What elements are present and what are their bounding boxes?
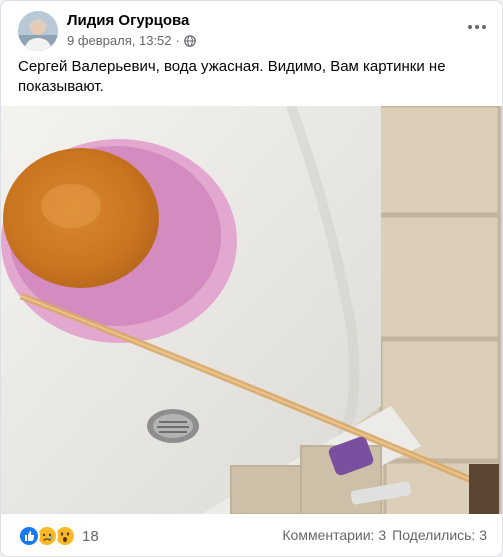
post-date[interactable]: 9 февраля, 13:52 [67, 33, 172, 48]
post-meta: 9 февраля, 13:52 · [67, 33, 196, 48]
meta-separator: · [175, 33, 180, 48]
post-stats: Комментарии: 3 Поделились: 3 [282, 527, 487, 543]
reaction-count: 18 [82, 527, 99, 545]
like-icon [18, 525, 40, 547]
reactions-summary[interactable]: 18 [18, 525, 99, 547]
shares-count-link[interactable]: Поделились: 3 [392, 527, 487, 543]
post-card: Лидия Огурцова 9 февраля, 13:52 · Сергей… [0, 0, 503, 557]
more-options-button[interactable] [462, 15, 492, 39]
comments-count-link[interactable]: Комментарии: 3 [282, 527, 386, 543]
photo-image [1, 106, 502, 514]
author-avatar[interactable] [18, 11, 58, 51]
post-text: Сергей Валерьевич, вода ужасная. Видимо,… [18, 58, 446, 95]
post-header: Лидия Огурцова 9 февраля, 13:52 · [18, 11, 492, 53]
globe-icon [184, 34, 196, 47]
post-photo[interactable] [1, 106, 502, 514]
author-name[interactable]: Лидия Огурцова [67, 12, 189, 29]
more-icon [468, 25, 486, 29]
post-footer: 18 Комментарии: 3 Поделились: 3 [1, 514, 502, 556]
